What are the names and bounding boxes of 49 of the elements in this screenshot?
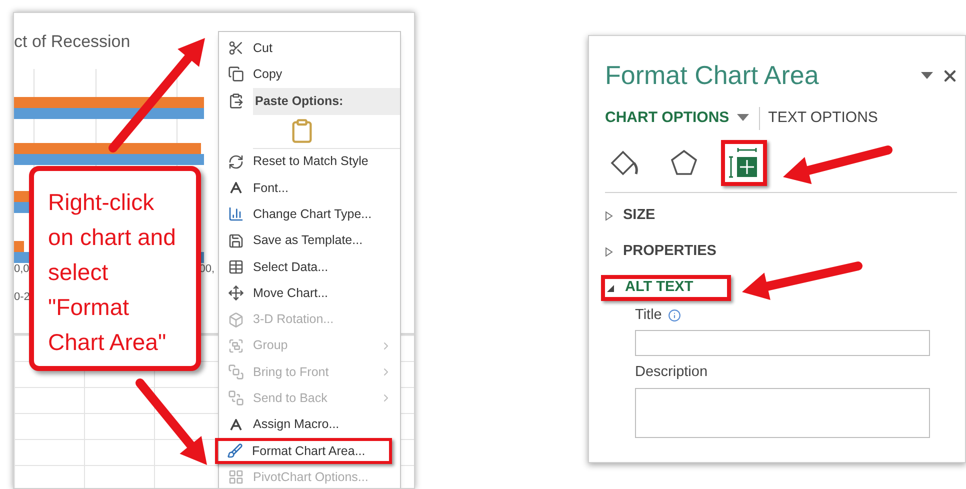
menu-header: Paste Options:: [253, 88, 400, 115]
menu-item[interactable]: Move Chart...: [219, 280, 400, 306]
pentagon-icon: [669, 148, 699, 178]
refresh-icon: [228, 154, 244, 170]
move-icon: [228, 285, 244, 302]
chart-bar: [14, 240, 24, 252]
pane-title: Format Chart Area: [605, 59, 820, 92]
options-tab[interactable]: CHART OPTIONS: [605, 107, 750, 130]
menu-item[interactable]: Font...: [219, 174, 400, 202]
clipboard-icon: [228, 93, 244, 110]
size-properties-icon: [728, 146, 760, 178]
field-label: Title: [635, 306, 662, 324]
menu-item[interactable]: Assign Macro...: [219, 412, 400, 438]
section-header[interactable]: PROPERTIES: [605, 238, 716, 264]
layers-icon: [228, 390, 244, 406]
copy-icon: [228, 66, 244, 82]
collapsed-triangle-icon: [605, 210, 613, 220]
axis-label: 0-2: [14, 290, 30, 305]
section-header[interactable]: SIZE: [605, 202, 656, 228]
letter-a-icon: [228, 416, 244, 433]
collapsed-triangle-icon: [605, 246, 613, 256]
icon-tab[interactable]: [721, 140, 767, 186]
grid-icon: [228, 469, 244, 486]
menu-item[interactable]: Format Chart Area...: [215, 438, 392, 464]
axis-label: 0,0: [14, 262, 30, 276]
scissors-icon: [228, 40, 244, 56]
group-icon: [228, 338, 244, 354]
chart-title: ct of Recession: [14, 31, 130, 53]
expanded-triangle-icon: [607, 282, 615, 292]
dropdown-caret-icon: [921, 72, 933, 80]
menu-item[interactable]: Select Data...: [219, 254, 400, 280]
menu-item[interactable]: Change Chart Type...: [219, 201, 400, 228]
cube-icon: [228, 312, 244, 328]
layers-icon: [228, 364, 244, 380]
title-field[interactable]: [635, 330, 930, 356]
letter-a-icon: [228, 180, 244, 196]
section-header[interactable]: ALT TEXT: [601, 274, 731, 300]
save-icon: [228, 232, 244, 249]
menu-item[interactable]: Cut: [219, 35, 400, 62]
options-tab[interactable]: TEXT OPTIONS: [759, 107, 878, 130]
brush-icon: [227, 443, 243, 459]
field-label: Description: [635, 363, 708, 382]
menu-item[interactable]: Save as Template...: [219, 227, 400, 254]
description-field[interactable]: [635, 388, 930, 438]
table-icon: [228, 258, 244, 275]
bar-chart-icon: [228, 206, 244, 222]
menu-item[interactable]: Reset to Match Style: [219, 148, 400, 175]
callout-text: Right-click on chart and select "Format Chart Area": [48, 188, 176, 357]
menu-item[interactable]: Copy: [219, 61, 400, 88]
